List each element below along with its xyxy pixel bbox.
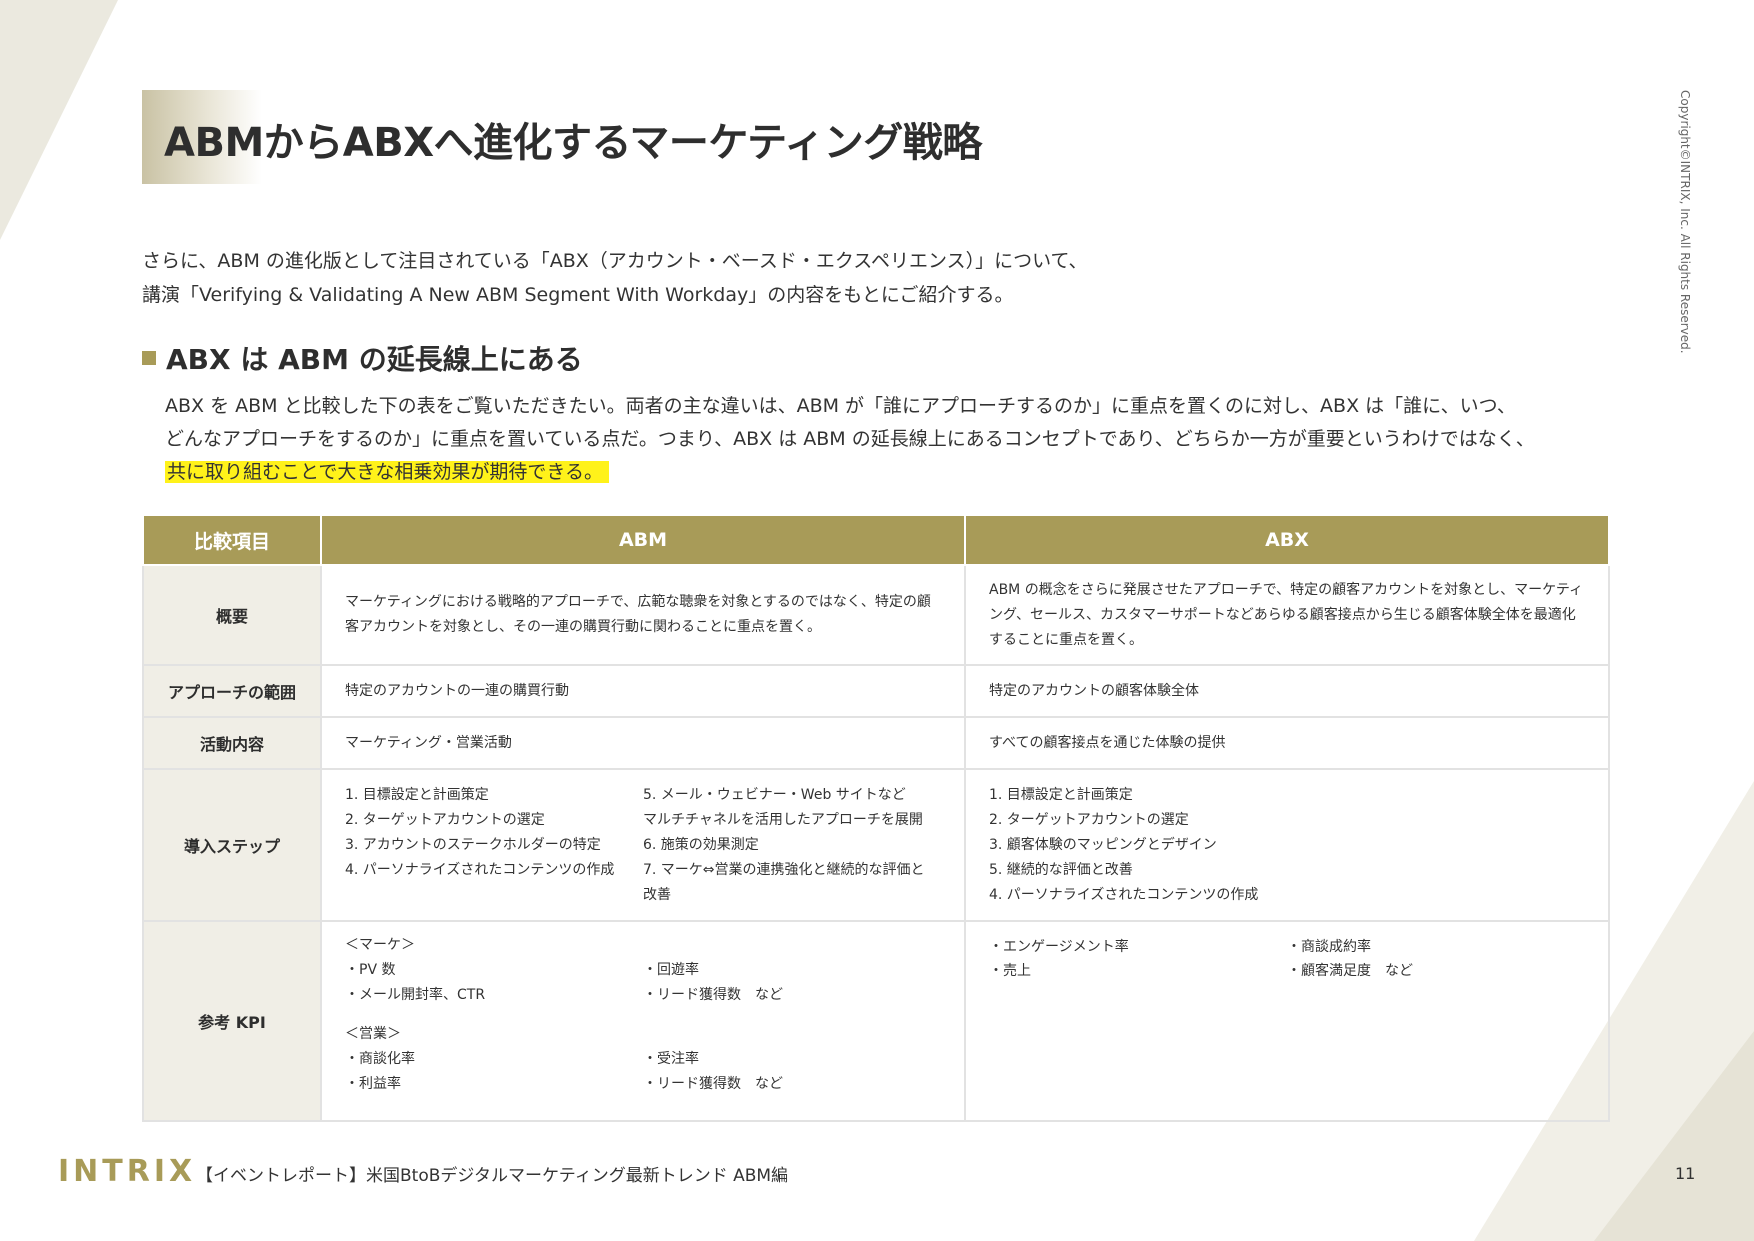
- list-item: ・回遊率: [643, 962, 699, 978]
- section-heading: ABX は ABM の延長線上にある: [142, 338, 583, 378]
- list-item: ・顧客満足度 など: [1287, 963, 1413, 979]
- list-item: 2. ターゲットアカウントの選定: [345, 811, 545, 828]
- section-paragraph: ABX を ABM と比較した下の表をご覧いただきたい。両者の主な違いは、ABM…: [165, 390, 1615, 489]
- list-item: 2. ターゲットアカウントの選定: [989, 811, 1189, 828]
- page-title: ABMからABXへ進化するマーケティング戦略: [164, 120, 982, 166]
- cell-abm-steps: 1. 目標設定と計画策定 2. ターゲットアカウントの選定 3. アカウントのス…: [320, 768, 966, 922]
- intro-line: 講演「Verifying & Validating A New ABM Segm…: [142, 284, 1014, 306]
- paragraph-line: ABX を ABM と比較した下の表をご覧いただきたい。両者の主な違いは、ABM…: [165, 395, 1516, 417]
- intrix-logo: INTRIX: [58, 1154, 197, 1189]
- header-abm: ABM: [320, 514, 966, 566]
- list-item: 5. メール・ウェビナー・Web サイトなど: [643, 786, 906, 803]
- list-item: 5. 継続的な評価と改善: [989, 861, 1133, 878]
- highlighted-text: 共に取り組むことで大きな相乗効果が期待できる。: [165, 461, 610, 483]
- abm-steps-col2: 5. メール・ウェビナー・Web サイトなど マルチチャネルを活用したアプローチ…: [643, 783, 941, 908]
- list-item: ・エンゲージメント率: [989, 939, 1129, 955]
- table-row-steps: 導入ステップ 1. 目標設定と計画策定 2. ターゲットアカウントの選定 3. …: [142, 768, 1610, 922]
- row-label: 活動内容: [142, 716, 322, 770]
- cell-abm-kpi: ＜マーケ＞ ・PV 数 ・メール開封率、CTR ・回遊率 ・リード獲得数 など …: [320, 920, 966, 1122]
- page-number: 11: [1675, 1164, 1696, 1183]
- list-item: 4. パーソナライズされたコンテンツの作成: [345, 861, 615, 878]
- table-row-kpi: 参考 KPI ＜マーケ＞ ・PV 数 ・メール開封率、CTR ・回遊率 ・リード…: [142, 920, 1610, 1122]
- list-item: ・リード獲得数 など: [643, 987, 783, 1003]
- row-label: アプローチの範囲: [142, 664, 322, 718]
- list-item: ・利益率: [345, 1076, 401, 1092]
- abx-steps-col: 1. 目標設定と計画策定 2. ターゲットアカウントの選定 3. 顧客体験のマッ…: [989, 783, 1585, 908]
- list-item: ・受注率: [643, 1051, 699, 1067]
- square-bullet-icon: [142, 351, 156, 365]
- table-header-row: 比較項目 ABM ABX: [142, 514, 1610, 566]
- cell-abm-activity: マーケティング・営業活動: [320, 716, 966, 770]
- kpi-group-heading: ＜マーケ＞: [345, 937, 415, 953]
- title-block: ABMからABXへ進化するマーケティング戦略: [142, 90, 1042, 184]
- list-item: ・PV 数: [345, 962, 396, 978]
- row-label: 参考 KPI: [142, 920, 322, 1122]
- list-item: 4. パーソナライズされたコンテンツの作成: [989, 886, 1259, 903]
- row-label: 概要: [142, 564, 322, 666]
- footer-document-title: 【イベントレポート】米国BtoBデジタルマーケティング最新トレンド ABM編: [196, 1166, 789, 1186]
- list-item: ・商談成約率: [1287, 939, 1371, 955]
- table-row-overview: 概要 マーケティングにおける戦略的アプローチで、広範な聴衆を対象とするのではなく…: [142, 564, 1610, 666]
- abm-steps-col1: 1. 目標設定と計画策定 2. ターゲットアカウントの選定 3. アカウントのス…: [345, 783, 643, 908]
- section-title: ABX は ABM の延長線上にある: [166, 343, 583, 376]
- row-label: 導入ステップ: [142, 768, 322, 922]
- table-row-activity: 活動内容 マーケティング・営業活動 すべての顧客接点を通じた体験の提供: [142, 716, 1610, 770]
- list-item: マルチチャネルを活用したアプローチを展開: [643, 811, 923, 828]
- list-item: 7. マーケ⇔営業の連携強化と継続的な評価と: [643, 861, 925, 878]
- kpi-group-heading: ＜営業＞: [345, 1026, 401, 1042]
- cell-abm-overview: マーケティングにおける戦略的アプローチで、広範な聴衆を対象とするのではなく、特定…: [320, 564, 966, 666]
- list-item: 3. 顧客体験のマッピングとデザイン: [989, 836, 1217, 853]
- cell-abx-scope: 特定のアカウントの顧客体験全体: [964, 664, 1610, 718]
- corner-decoration-top-left: [0, 0, 118, 240]
- list-item: 改善: [643, 886, 671, 903]
- list-item: 1. 目標設定と計画策定: [345, 786, 489, 803]
- header-item: 比較項目: [142, 514, 322, 566]
- table-row-scope: アプローチの範囲 特定のアカウントの一連の購買行動 特定のアカウントの顧客体験全…: [142, 664, 1610, 718]
- comparison-table: 比較項目 ABM ABX 概要 マーケティングにおける戦略的アプローチで、広範な…: [142, 514, 1610, 1122]
- intro-line: さらに、ABM の進化版として注目されている「ABX（アカウント・ベースド・エク…: [142, 250, 1088, 272]
- cell-abx-activity: すべての顧客接点を通じた体験の提供: [964, 716, 1610, 770]
- header-abx: ABX: [964, 514, 1610, 566]
- list-item: 1. 目標設定と計画策定: [989, 786, 1133, 803]
- intro-text: さらに、ABM の進化版として注目されている「ABX（アカウント・ベースド・エク…: [142, 244, 1088, 312]
- copyright-notice: Copyright©INTRIX, Inc. All Rights Reserv…: [1668, 90, 1698, 390]
- cell-abx-steps: 1. 目標設定と計画策定 2. ターゲットアカウントの選定 3. 顧客体験のマッ…: [964, 768, 1610, 922]
- list-item: 6. 施策の効果測定: [643, 836, 759, 853]
- list-item: ・リード獲得数 など: [643, 1076, 783, 1092]
- list-item: ・商談化率: [345, 1051, 415, 1067]
- cell-abx-kpi: ・エンゲージメント率 ・売上 ・商談成約率 ・顧客満足度 など: [964, 920, 1610, 1122]
- cell-abm-scope: 特定のアカウントの一連の購買行動: [320, 664, 966, 718]
- list-item: ・売上: [989, 963, 1031, 979]
- list-item: 3. アカウントのステークホルダーの特定: [345, 836, 601, 853]
- paragraph-line: どんなアプローチをするのか」に重点を置いている点だ。つまり、ABX は ABM …: [165, 428, 1535, 450]
- copyright-text: Copyright©INTRIX, Inc. All Rights Reserv…: [1678, 90, 1692, 354]
- list-item: ・メール開封率、CTR: [345, 987, 486, 1003]
- cell-abx-overview: ABM の概念をさらに発展させたアプローチで、特定の顧客アカウントを対象とし、マ…: [964, 564, 1610, 666]
